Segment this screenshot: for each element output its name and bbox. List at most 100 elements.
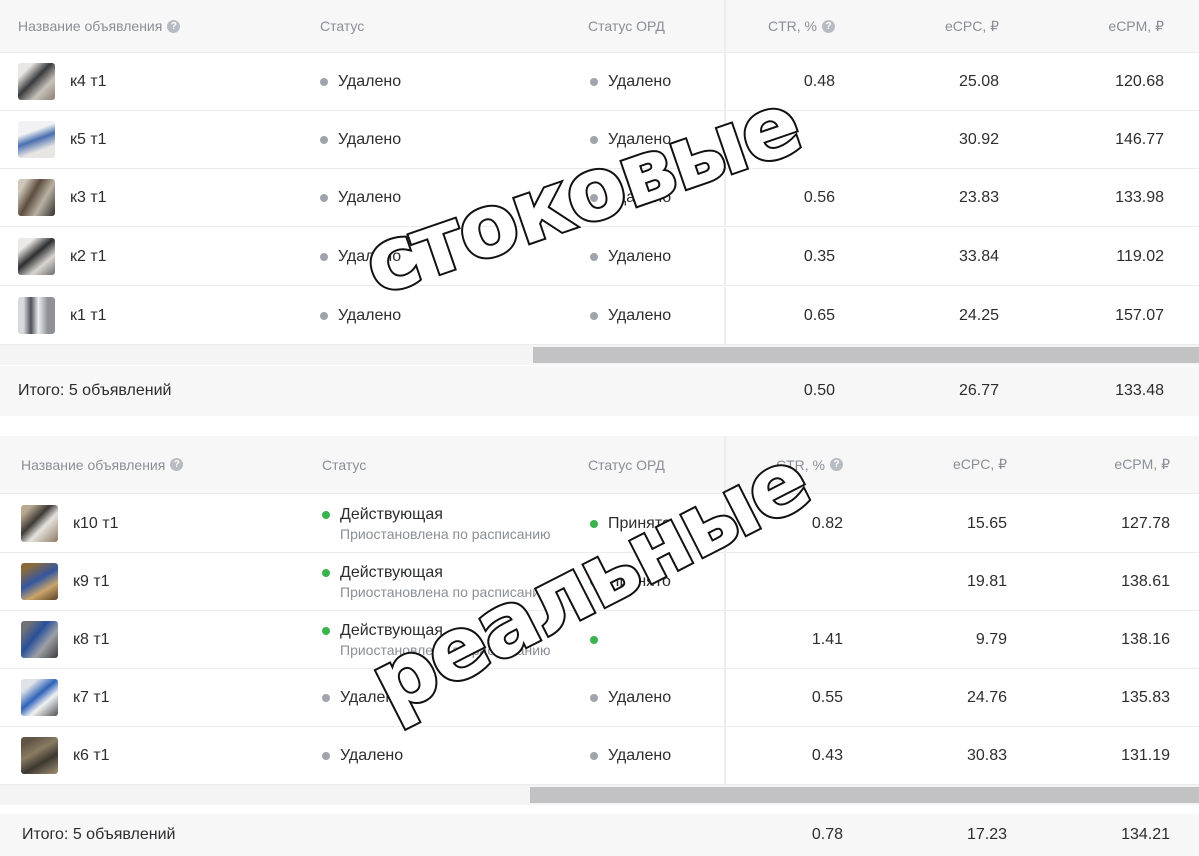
ord-status-text: Удалено <box>608 688 672 706</box>
status-text: Удалено <box>338 72 402 90</box>
column-divider <box>724 611 726 668</box>
ctr-value: 0.43 <box>811 746 843 764</box>
help-icon[interactable]: ? <box>167 19 181 33</box>
ctr-value <box>740 553 843 610</box>
ecpm-value: 131.19 <box>1121 746 1170 764</box>
ord-status-cell: Удалено <box>590 669 671 726</box>
status-dot-icon <box>590 751 598 760</box>
status-dot-icon <box>590 77 598 86</box>
ad-name-cell[interactable]: к5 т1 <box>18 111 107 168</box>
ctr-value: 0.65 <box>803 306 835 324</box>
ecpm-value: 138.16 <box>1121 630 1170 648</box>
column-header-ord[interactable]: Статус ОРД <box>588 436 665 493</box>
column-divider <box>724 287 726 344</box>
ecpc-value: 15.65 <box>966 514 1007 532</box>
column-header-name[interactable]: Название объявления ? <box>18 0 181 52</box>
status-dot-icon <box>322 568 330 577</box>
ecpc-value: 30.83 <box>966 746 1007 764</box>
ad-thumbnail <box>21 737 58 774</box>
column-header-status[interactable]: Статус <box>320 0 364 52</box>
column-header-label: Название объявления <box>18 18 163 34</box>
table-header: Название объявления ? Статус Статус ОРД … <box>0 0 1199 53</box>
status-cell: Удалено <box>320 53 401 110</box>
column-header-ecpc[interactable]: eCPC, ₽ <box>880 0 999 52</box>
ad-name-cell[interactable]: к2 т1 <box>18 228 107 285</box>
summary-ecpm: 133.48 <box>1115 382 1164 399</box>
ecpc-value: 25.08 <box>958 72 999 90</box>
ad-name-cell[interactable]: к8 т1 <box>21 611 110 668</box>
table-header: Название объявления ? Статус Статус ОРД … <box>0 436 1199 494</box>
ad-name-cell[interactable]: к10 т1 <box>21 495 118 552</box>
column-divider <box>724 669 726 726</box>
column-header-ecpm[interactable]: eCPM, ₽ <box>1040 436 1170 493</box>
summary-ctr: 0.50 <box>803 382 835 399</box>
status-dot-icon <box>590 693 598 702</box>
ad-thumbnail <box>21 621 58 658</box>
table-row[interactable]: к4 т1 Удалено Удалено 0.48 25.08 120.68 <box>0 53 1199 111</box>
ad-name[interactable]: к5 т1 <box>70 131 107 149</box>
ecpc-value: 24.25 <box>958 306 999 324</box>
status-text: Удалено <box>338 188 402 206</box>
column-header-status[interactable]: Статус <box>322 436 366 493</box>
status-cell: Удалено <box>320 111 401 168</box>
ad-thumbnail <box>18 297 55 334</box>
ad-name-cell[interactable]: к6 т1 <box>21 727 110 784</box>
table-row[interactable]: к7 т1 Удалено Удалено 0.55 24.76 135.83 <box>0 669 1199 727</box>
horizontal-scrollbar-thumb[interactable] <box>530 787 1199 803</box>
summary-label: Итого: 5 объявлений <box>18 382 172 399</box>
ad-name-cell[interactable]: к4 т1 <box>18 53 107 110</box>
ad-name[interactable]: к8 т1 <box>73 631 110 649</box>
ecpm-value: 157.07 <box>1115 306 1164 324</box>
column-header-ord[interactable]: Статус ОРД <box>588 0 665 52</box>
ad-thumbnail <box>18 238 55 275</box>
column-header-ecpm[interactable]: eCPM, ₽ <box>1040 0 1164 52</box>
ord-status-cell: Удалено <box>590 727 671 784</box>
column-header-ctr[interactable]: CTR, % ? <box>740 0 835 52</box>
horizontal-scrollbar-thumb[interactable] <box>533 347 1199 363</box>
ad-name-cell[interactable]: к1 т1 <box>18 287 107 344</box>
ord-status-text: Удалено <box>608 746 672 764</box>
ad-name-cell[interactable]: к9 т1 <box>21 553 110 610</box>
summary-ecpc: 26.77 <box>958 382 999 399</box>
ctr-value: 0.55 <box>811 688 843 706</box>
ord-status-text: Удалено <box>608 72 672 90</box>
ord-status-cell: Удалено <box>590 287 671 344</box>
ad-name-cell[interactable]: к7 т1 <box>21 669 110 726</box>
column-header-label: Название объявления <box>21 456 166 473</box>
summary-ecpc: 17.23 <box>966 826 1007 843</box>
status-dot-icon <box>322 751 330 760</box>
table-row[interactable]: к6 т1 Удалено Удалено 0.43 30.83 131.19 <box>0 727 1199 785</box>
ads-table-real: Название объявления ? Статус Статус ОРД … <box>0 436 1199 856</box>
column-header-name[interactable]: Название объявления ? <box>21 436 184 493</box>
ad-name[interactable]: к1 т1 <box>70 307 107 325</box>
help-icon[interactable]: ? <box>822 19 835 33</box>
ad-name[interactable]: к6 т1 <box>73 747 110 765</box>
ad-name-cell[interactable]: к3 т1 <box>18 169 107 226</box>
column-header-ecpc[interactable]: eCPC, ₽ <box>880 436 1007 493</box>
ad-thumbnail <box>18 179 55 216</box>
table-row[interactable]: к1 т1 Удалено Удалено 0.65 24.25 157.07 <box>0 287 1199 345</box>
ad-thumbnail <box>21 679 58 716</box>
ecpc-value: 24.76 <box>966 688 1007 706</box>
ad-thumbnail <box>18 121 55 158</box>
ecpc-value: 30.92 <box>958 130 999 148</box>
status-text: Удалено <box>338 130 402 148</box>
status-text: Действующая <box>340 505 443 523</box>
ecpm-value: 133.98 <box>1115 188 1164 206</box>
ad-name[interactable]: к9 т1 <box>73 573 110 591</box>
ad-thumbnail <box>21 563 58 600</box>
ad-name[interactable]: к10 т1 <box>73 515 118 533</box>
ad-name[interactable]: к7 т1 <box>73 689 110 707</box>
summary-ecpm: 134.21 <box>1121 826 1170 843</box>
help-icon[interactable]: ? <box>830 458 843 471</box>
ord-status-text: Удалено <box>608 306 672 324</box>
status-text: Действующая <box>340 563 443 581</box>
help-icon[interactable]: ? <box>170 458 184 471</box>
ad-name[interactable]: к3 т1 <box>70 189 107 207</box>
ad-name[interactable]: к4 т1 <box>70 73 107 91</box>
status-dot-icon <box>320 193 328 202</box>
status-dot-icon <box>322 626 330 635</box>
ad-name[interactable]: к2 т1 <box>70 248 107 266</box>
ecpm-value: 127.78 <box>1121 514 1170 532</box>
column-divider <box>724 228 726 285</box>
